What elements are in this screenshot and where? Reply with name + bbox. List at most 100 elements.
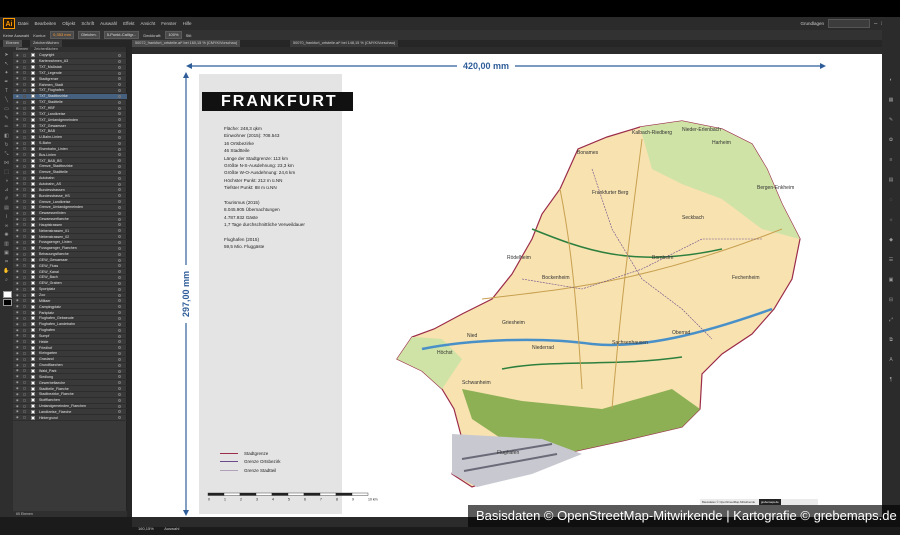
target-circle-icon[interactable] bbox=[118, 392, 121, 396]
target-circle-icon[interactable] bbox=[118, 217, 121, 221]
lock-toggle-icon[interactable] bbox=[23, 118, 26, 122]
target-circle-icon[interactable] bbox=[118, 229, 121, 233]
layers-panel-icon[interactable]: ☰ bbox=[887, 257, 895, 263]
lock-toggle-icon[interactable] bbox=[23, 416, 26, 420]
target-circle-icon[interactable] bbox=[118, 124, 121, 128]
opacity-field[interactable]: 100% bbox=[165, 31, 182, 39]
visibility-eye-icon[interactable]: ◉ bbox=[16, 340, 20, 343]
layer-row[interactable]: ◉ Hintergrund bbox=[13, 415, 127, 422]
visibility-eye-icon[interactable]: ◉ bbox=[16, 416, 20, 419]
visibility-eye-icon[interactable]: ◉ bbox=[16, 194, 20, 197]
visibility-eye-icon[interactable]: ◉ bbox=[16, 59, 20, 63]
target-circle-icon[interactable] bbox=[118, 410, 121, 414]
lock-toggle-icon[interactable] bbox=[23, 71, 26, 75]
lock-toggle-icon[interactable] bbox=[23, 100, 26, 104]
direct-selection-tool-icon[interactable]: ↖ bbox=[3, 62, 10, 67]
lock-toggle-icon[interactable] bbox=[23, 229, 26, 233]
lock-toggle-icon[interactable] bbox=[23, 194, 26, 198]
target-circle-icon[interactable] bbox=[118, 387, 121, 391]
target-circle-icon[interactable] bbox=[118, 182, 121, 186]
transparency-panel-icon[interactable]: ◌ bbox=[887, 197, 895, 203]
lock-toggle-icon[interactable] bbox=[23, 182, 26, 186]
visibility-eye-icon[interactable]: ◉ bbox=[16, 88, 20, 92]
target-circle-icon[interactable] bbox=[118, 334, 121, 338]
lock-toggle-icon[interactable] bbox=[23, 94, 26, 98]
lock-toggle-icon[interactable] bbox=[23, 235, 26, 239]
color-panel-icon[interactable]: ◐ bbox=[887, 77, 895, 83]
visibility-eye-icon[interactable]: ◉ bbox=[16, 410, 20, 413]
target-circle-icon[interactable] bbox=[118, 153, 121, 157]
menu-hilfe[interactable]: Hilfe bbox=[183, 21, 192, 26]
selection-tool-icon[interactable]: ➤ bbox=[3, 53, 10, 58]
lock-toggle-icon[interactable] bbox=[23, 188, 26, 192]
lock-toggle-icon[interactable] bbox=[23, 398, 26, 402]
target-circle-icon[interactable] bbox=[118, 205, 121, 209]
hand-tool-icon[interactable]: ✋ bbox=[3, 269, 10, 274]
visibility-eye-icon[interactable]: ◉ bbox=[16, 159, 20, 162]
minimize-icon[interactable]: – bbox=[874, 21, 877, 27]
graphic-styles-panel-icon[interactable]: ◆ bbox=[887, 237, 895, 243]
tab-document-1[interactable]: 50072_frankfurt_ortsteile.ai* bei 160,15… bbox=[132, 40, 241, 47]
target-circle-icon[interactable] bbox=[118, 316, 121, 320]
lock-toggle-icon[interactable] bbox=[23, 59, 26, 63]
visibility-eye-icon[interactable]: ◉ bbox=[16, 252, 20, 256]
visibility-eye-icon[interactable]: ◉ bbox=[16, 404, 20, 408]
tab-document-2[interactable]: 50070_frankfurt_ortsteile.ai* bei 148,15… bbox=[290, 40, 399, 47]
lock-toggle-icon[interactable] bbox=[23, 404, 26, 408]
artboard-canvas[interactable]: FRANKFURT Fläche: 248,3 qkm Einwohner (20… bbox=[132, 54, 882, 517]
visibility-eye-icon[interactable]: ◉ bbox=[16, 264, 20, 267]
visibility-eye-icon[interactable]: ◉ bbox=[16, 65, 20, 69]
target-circle-icon[interactable] bbox=[118, 71, 121, 75]
target-circle-icon[interactable] bbox=[118, 147, 121, 151]
target-circle-icon[interactable] bbox=[118, 311, 121, 315]
lock-toggle-icon[interactable] bbox=[23, 381, 26, 385]
lock-toggle-icon[interactable] bbox=[23, 299, 26, 303]
lock-toggle-icon[interactable] bbox=[23, 281, 26, 285]
pen-tool-icon[interactable]: ✒ bbox=[3, 80, 10, 85]
menu-effekt[interactable]: Effekt bbox=[123, 21, 134, 26]
target-circle-icon[interactable] bbox=[118, 165, 121, 169]
lock-toggle-icon[interactable] bbox=[23, 153, 26, 157]
symbols-panel-icon[interactable]: ✿ bbox=[887, 137, 895, 143]
swatches-panel-icon[interactable]: ▦ bbox=[887, 97, 895, 103]
visibility-eye-icon[interactable]: ◉ bbox=[16, 153, 20, 156]
target-circle-icon[interactable] bbox=[118, 258, 121, 262]
lock-toggle-icon[interactable] bbox=[23, 351, 26, 355]
target-circle-icon[interactable] bbox=[118, 129, 121, 133]
lock-toggle-icon[interactable] bbox=[23, 346, 26, 350]
lock-toggle-icon[interactable] bbox=[23, 170, 26, 174]
lock-toggle-icon[interactable] bbox=[23, 164, 26, 168]
graph-tool-icon[interactable]: ▥ bbox=[3, 242, 10, 247]
stroke-weight-field[interactable]: 0,353 mm bbox=[50, 31, 74, 39]
visibility-eye-icon[interactable]: ◉ bbox=[16, 322, 20, 326]
visibility-eye-icon[interactable]: ◉ bbox=[16, 299, 20, 302]
visibility-eye-icon[interactable]: ◉ bbox=[16, 311, 20, 314]
visibility-eye-icon[interactable]: ◉ bbox=[16, 176, 20, 180]
lock-toggle-icon[interactable] bbox=[23, 246, 26, 250]
target-circle-icon[interactable] bbox=[118, 357, 121, 361]
tab-artboards[interactable]: Zeichenflächen bbox=[30, 40, 62, 47]
visibility-eye-icon[interactable]: ◉ bbox=[16, 147, 20, 150]
visibility-eye-icon[interactable]: ◉ bbox=[16, 387, 20, 390]
visibility-eye-icon[interactable]: ◉ bbox=[16, 164, 20, 168]
perspective-tool-icon[interactable]: ⊿ bbox=[3, 188, 10, 193]
stroke-panel-icon[interactable]: ≡ bbox=[887, 157, 895, 163]
visibility-eye-icon[interactable]: ◉ bbox=[16, 135, 20, 139]
workspace-switcher[interactable]: Grundlagen bbox=[800, 21, 824, 26]
visibility-eye-icon[interactable]: ◉ bbox=[16, 118, 20, 121]
lock-toggle-icon[interactable] bbox=[23, 106, 26, 110]
menu-bearbeiten[interactable]: Bearbeiten bbox=[35, 21, 57, 26]
lock-toggle-icon[interactable] bbox=[23, 135, 26, 139]
visibility-eye-icon[interactable]: ◉ bbox=[16, 77, 20, 80]
type-tool-icon[interactable]: T bbox=[3, 89, 10, 94]
lock-toggle-icon[interactable] bbox=[23, 328, 26, 332]
lock-toggle-icon[interactable] bbox=[23, 369, 26, 373]
visibility-eye-icon[interactable]: ◉ bbox=[16, 211, 20, 215]
target-circle-icon[interactable] bbox=[118, 398, 121, 402]
magic-wand-tool-icon[interactable]: ✦ bbox=[3, 71, 10, 76]
target-circle-icon[interactable] bbox=[118, 270, 121, 274]
target-circle-icon[interactable] bbox=[118, 293, 121, 297]
eyedropper-tool-icon[interactable]: ⌇ bbox=[3, 215, 10, 220]
visibility-eye-icon[interactable]: ◉ bbox=[16, 363, 20, 367]
visibility-eye-icon[interactable]: ◉ bbox=[16, 351, 20, 355]
